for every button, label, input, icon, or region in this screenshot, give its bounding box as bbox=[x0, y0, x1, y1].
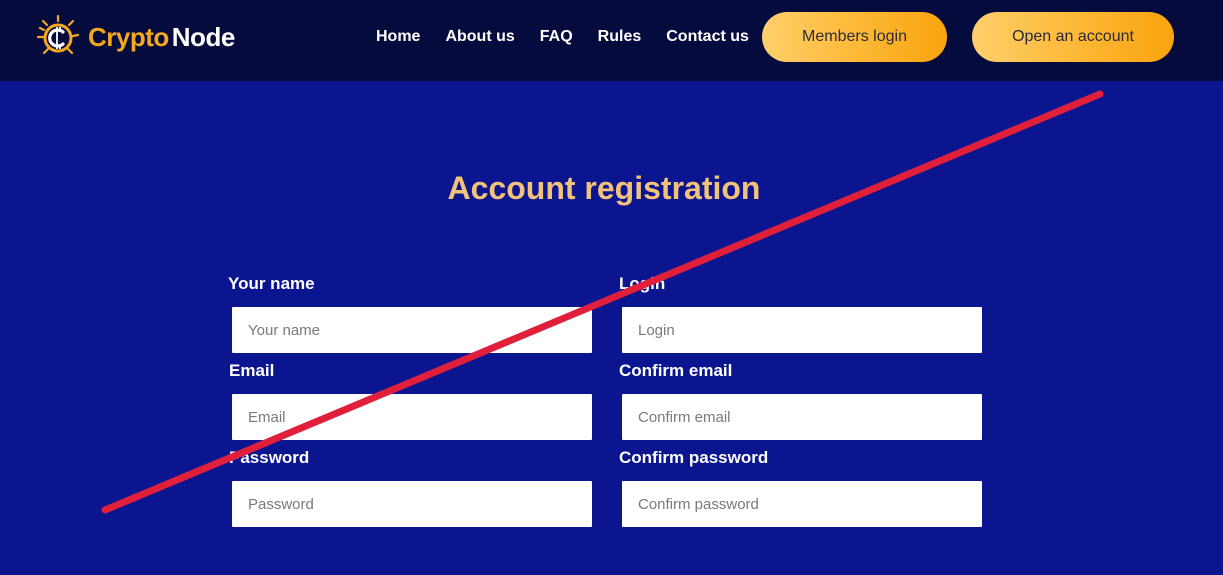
strike-through-overlay bbox=[101, 90, 1104, 514]
confirm-password-input[interactable] bbox=[622, 481, 982, 527]
your-name-input[interactable] bbox=[232, 307, 592, 353]
nav-contact-us[interactable]: Contact us bbox=[666, 28, 749, 46]
your-name-label: Your name bbox=[228, 274, 315, 293]
site-logo[interactable]: Crypto Node bbox=[34, 13, 235, 61]
nav-home[interactable]: Home bbox=[376, 28, 420, 46]
logo-text-crypto: Crypto bbox=[88, 21, 169, 52]
bitcoin-coin-icon bbox=[36, 14, 80, 55]
email-input[interactable] bbox=[232, 394, 592, 440]
nav-about-us[interactable]: About us bbox=[445, 28, 514, 46]
main-nav: Home About us FAQ Rules Contact us bbox=[376, 26, 749, 48]
open-account-button[interactable]: Open an account bbox=[972, 12, 1174, 62]
nav-faq[interactable]: FAQ bbox=[540, 28, 573, 46]
confirm-email-input[interactable] bbox=[622, 394, 982, 440]
password-label: Password bbox=[229, 448, 310, 467]
page-title: Account registration bbox=[447, 170, 761, 206]
nav-rules[interactable]: Rules bbox=[598, 28, 642, 46]
login-label: Login bbox=[619, 274, 666, 293]
email-label: Email bbox=[229, 361, 275, 380]
confirm-password-label: Confirm password bbox=[619, 448, 769, 467]
login-input[interactable] bbox=[622, 307, 982, 353]
logo-text: Crypto Node bbox=[88, 22, 235, 53]
logo-text-node: Node bbox=[171, 21, 236, 52]
members-login-button[interactable]: Members login bbox=[762, 12, 947, 62]
site-header: Crypto Node Home About us FAQ Rules Conta… bbox=[0, 0, 1223, 81]
confirm-email-label: Confirm email bbox=[619, 361, 733, 380]
password-input[interactable] bbox=[232, 481, 592, 527]
